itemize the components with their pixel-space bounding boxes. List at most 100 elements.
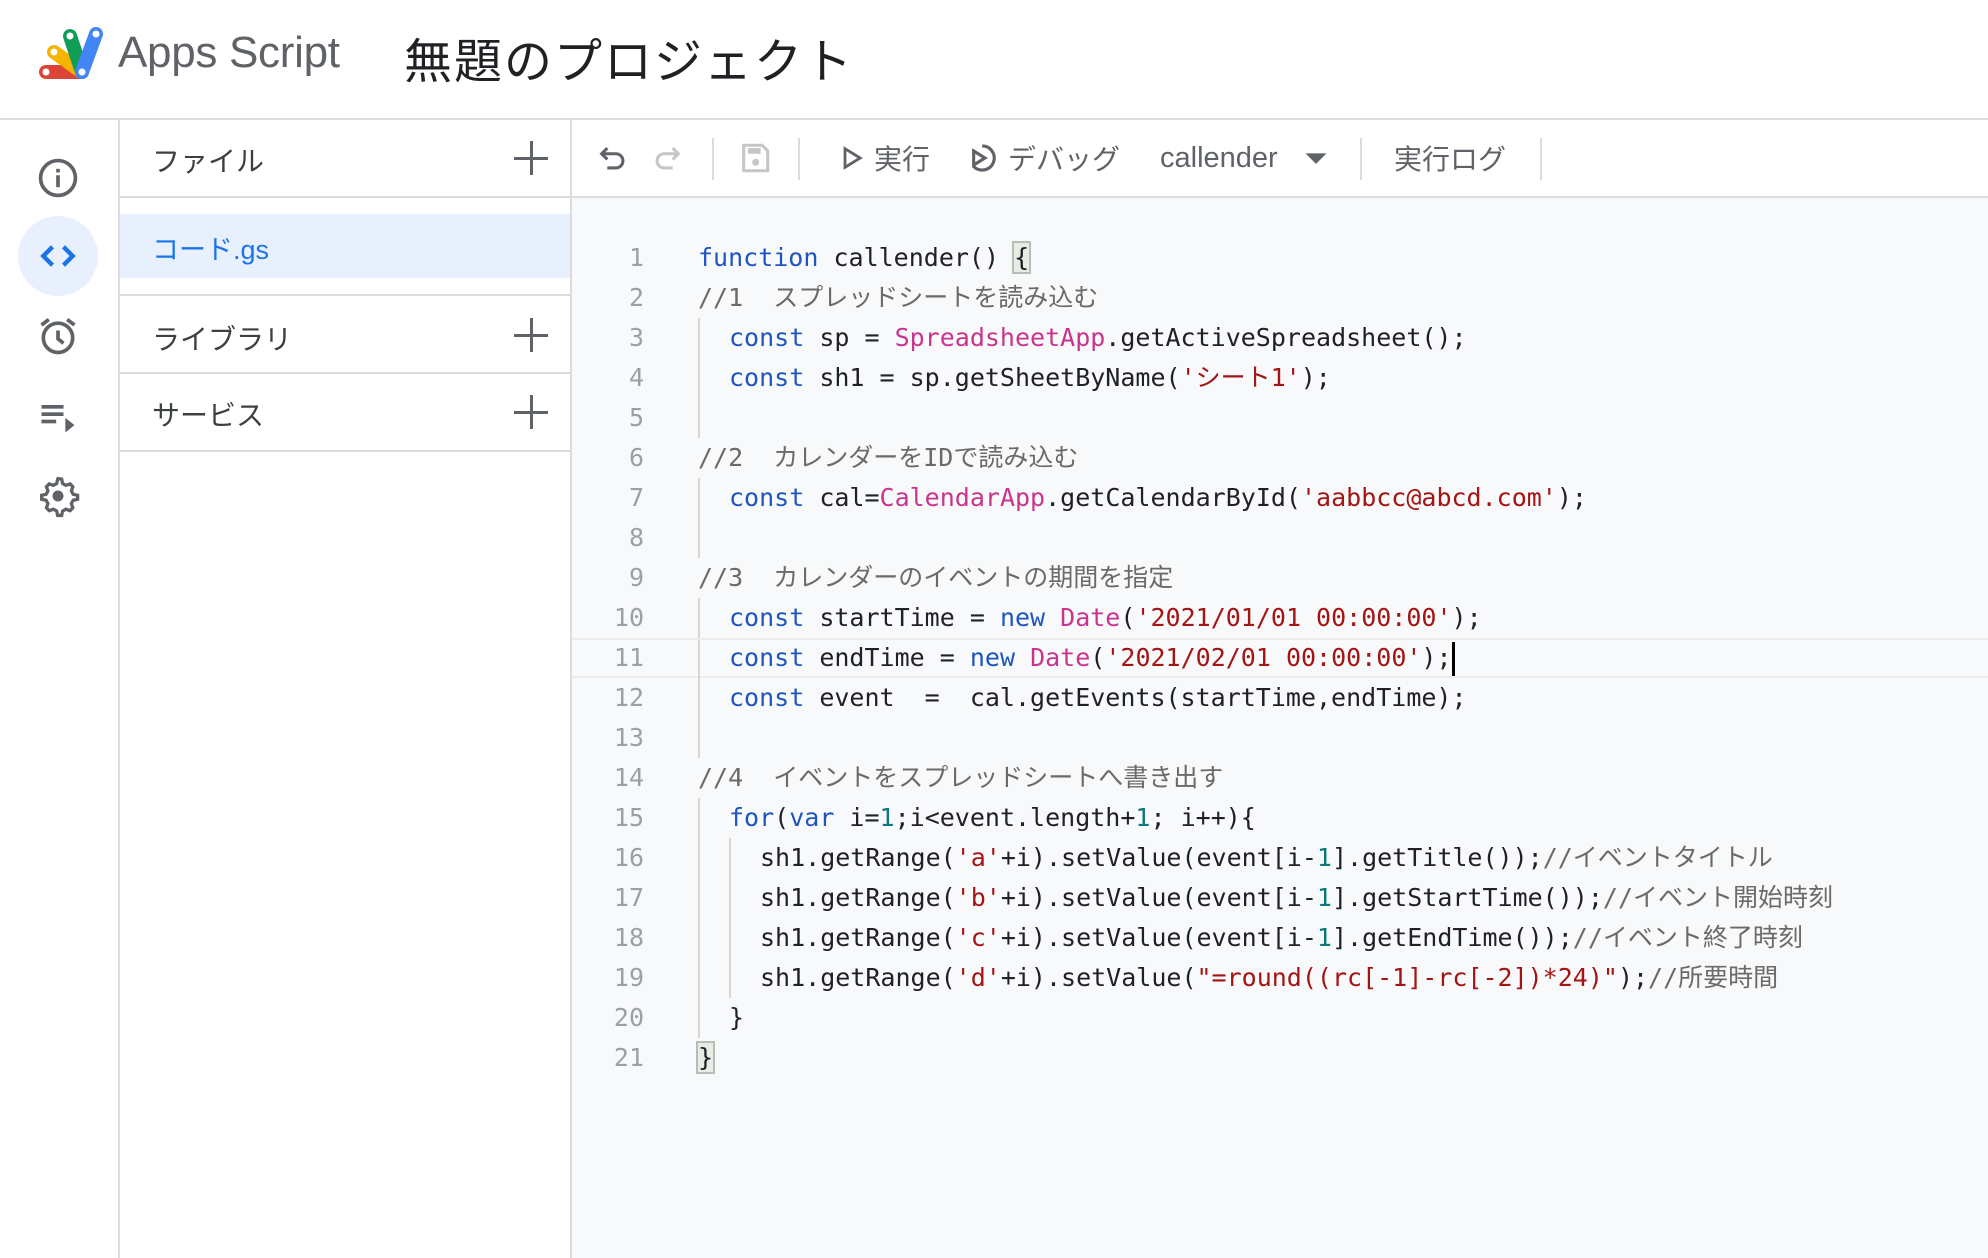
matched-bracket: { bbox=[1012, 241, 1032, 274]
line-number: 19 bbox=[613, 963, 644, 992]
code-line[interactable]: 8 bbox=[572, 518, 1988, 558]
code-line[interactable]: 2 //1 スプレッドシートを読み込む bbox=[572, 278, 1988, 318]
exec-log-label: 実行ログ bbox=[1394, 144, 1507, 175]
code-token: callender() bbox=[818, 243, 1015, 272]
libraries-label: ライブラリ bbox=[152, 324, 293, 355]
line-number: 7 bbox=[628, 483, 644, 512]
files-panel: ファイル コード.gs ライブラリ サービス bbox=[120, 120, 572, 1258]
indent-guide bbox=[698, 398, 700, 438]
debug-button[interactable]: デバッグ bbox=[968, 120, 1120, 196]
line-number: 10 bbox=[613, 603, 644, 632]
code-line[interactable]: 10 const startTime = new Date('2021/01/01… bbox=[572, 598, 1988, 638]
code-line[interactable]: 20} bbox=[572, 998, 1988, 1038]
code-text: const sp = SpreadsheetApp.getActiveSprea… bbox=[729, 318, 1467, 358]
code-token: ( bbox=[1120, 603, 1136, 632]
rail-overview-button[interactable] bbox=[18, 138, 98, 218]
indent-guide bbox=[698, 678, 700, 718]
line-number: 3 bbox=[628, 323, 644, 352]
nav-rail bbox=[0, 120, 120, 1258]
code-token: ); bbox=[1617, 963, 1649, 992]
indent-guide bbox=[698, 478, 700, 518]
indent-guide bbox=[698, 518, 700, 558]
code-token: ); bbox=[1451, 603, 1482, 632]
rail-editor-button[interactable] bbox=[18, 216, 98, 296]
matched-bracket: } bbox=[695, 1041, 716, 1074]
line-number: 20 bbox=[613, 1003, 644, 1032]
add-service-button[interactable] bbox=[514, 395, 548, 429]
line-number: 5 bbox=[628, 403, 644, 432]
code-token: CalendarApp bbox=[879, 483, 1046, 512]
code-editor[interactable]: 1 function callender() {2//1 スプレッドシートを読み込… bbox=[572, 198, 1988, 1258]
files-label: ファイル bbox=[152, 146, 265, 177]
code-line[interactable]: 13 bbox=[572, 718, 1988, 758]
code-token: new bbox=[969, 643, 1015, 672]
code-token: ( bbox=[774, 803, 790, 832]
toolbar-divider bbox=[1360, 138, 1362, 180]
code-token: +i).setValue(event[i- bbox=[1000, 923, 1317, 952]
code-line[interactable]: 19 sh1.getRange('d'+i).setValue("=round((… bbox=[572, 958, 1988, 998]
function-select[interactable]: callender bbox=[1160, 120, 1330, 196]
code-token: for bbox=[729, 803, 775, 832]
code-line[interactable]: 5 bbox=[572, 398, 1988, 438]
line-number: 11 bbox=[613, 643, 644, 672]
line-number: 1 bbox=[628, 243, 644, 272]
code-token: 'aabbcc@abcd.com' bbox=[1300, 483, 1557, 512]
info-icon bbox=[38, 158, 78, 198]
code-line[interactable]: 1 function callender() { bbox=[572, 238, 1988, 278]
code-token: ].getTitle()); bbox=[1331, 843, 1543, 872]
debug-label: デバッグ bbox=[1008, 144, 1121, 175]
code-token: SpreadsheetApp bbox=[894, 323, 1106, 352]
code-line[interactable]: 4 const sh1 = sp.getSheetByName('シート1'); bbox=[572, 358, 1988, 398]
code-token: endTime = bbox=[804, 643, 970, 672]
code-line[interactable]: 6 //2 カレンダーをIDで読み込む bbox=[572, 438, 1988, 478]
code-text: const event = cal.getEvents(startTime,en… bbox=[729, 678, 1467, 718]
indent-guide bbox=[698, 998, 700, 1038]
code-token: sh1.getRange( bbox=[760, 963, 956, 992]
exec-log-button[interactable]: 実行ログ bbox=[1394, 120, 1506, 196]
code-token: 'シート1' bbox=[1180, 363, 1301, 392]
project-title[interactable]: 無題のプロジェクト bbox=[404, 22, 854, 92]
code-token: ); bbox=[1421, 643, 1452, 672]
indent-guide bbox=[698, 878, 700, 918]
code-line[interactable]: 16 sh1.getRange('a'+i).setValue(event[i-1… bbox=[572, 838, 1988, 878]
add-file-button[interactable] bbox=[514, 141, 548, 175]
code-line[interactable]: 15 for(var i=1;i<event.length+1; i++){ bbox=[572, 798, 1988, 838]
code-line[interactable]: 18 sh1.getRange('c'+i).setValue(event[i-1… bbox=[572, 918, 1988, 958]
code-token: ; i++){ bbox=[1150, 803, 1256, 832]
code-token: //3 カレンダーのイベントの期間を指定 bbox=[698, 563, 1174, 592]
code-token: ); bbox=[1556, 483, 1587, 512]
indent-guide bbox=[698, 958, 700, 998]
rail-executions-button[interactable] bbox=[18, 376, 98, 456]
code-line[interactable]: 11 const endTime = new Date('2021/02/01 0… bbox=[572, 638, 1988, 680]
indent-guide bbox=[698, 358, 700, 398]
text-cursor bbox=[1451, 642, 1455, 676]
code-line[interactable]: 17 sh1.getRange('b'+i).setValue(event[i-1… bbox=[572, 878, 1988, 918]
code-token: 1 bbox=[1135, 803, 1151, 832]
save-button[interactable] bbox=[738, 120, 772, 196]
rail-settings-button[interactable] bbox=[18, 456, 98, 536]
code-token: 'c' bbox=[955, 923, 1001, 952]
code-token: +i).setValue(event[i- bbox=[1000, 843, 1317, 872]
apps-script-logo-icon[interactable] bbox=[36, 24, 108, 84]
code-lines[interactable]: 1 function callender() {2//1 スプレッドシートを読み込… bbox=[572, 238, 1988, 1078]
code-line[interactable]: 14 //4 イベントをスプレッドシートへ書き出す bbox=[572, 758, 1988, 798]
code-token: const bbox=[729, 603, 805, 632]
run-button[interactable]: 実行 bbox=[838, 120, 930, 196]
code-token: 1 bbox=[1316, 843, 1332, 872]
code-token: ;i<event.length+ bbox=[894, 803, 1136, 832]
code-token: //2 カレンダーをIDで読み込む bbox=[698, 443, 1079, 472]
code-line[interactable]: 3 const sp = SpreadsheetApp.getActiveSpre… bbox=[572, 318, 1988, 358]
code-line[interactable]: 12 const event = cal.getEvents(startTime,… bbox=[572, 678, 1988, 718]
line-number: 14 bbox=[613, 763, 644, 792]
libraries-section: ライブラリ bbox=[120, 296, 570, 374]
code-line[interactable]: 9 //3 カレンダーのイベントの期間を指定 bbox=[572, 558, 1988, 598]
code-line[interactable]: 21} bbox=[572, 1038, 1988, 1078]
undo-button[interactable] bbox=[596, 120, 630, 196]
add-library-button[interactable] bbox=[514, 318, 548, 352]
playlist-play-icon bbox=[41, 405, 75, 433]
rail-triggers-button[interactable] bbox=[18, 296, 98, 376]
indent-guide bbox=[698, 798, 700, 838]
redo-button[interactable] bbox=[650, 120, 684, 196]
code-line[interactable]: 7 const cal=CalendarApp.getCalendarById('… bbox=[572, 478, 1988, 518]
